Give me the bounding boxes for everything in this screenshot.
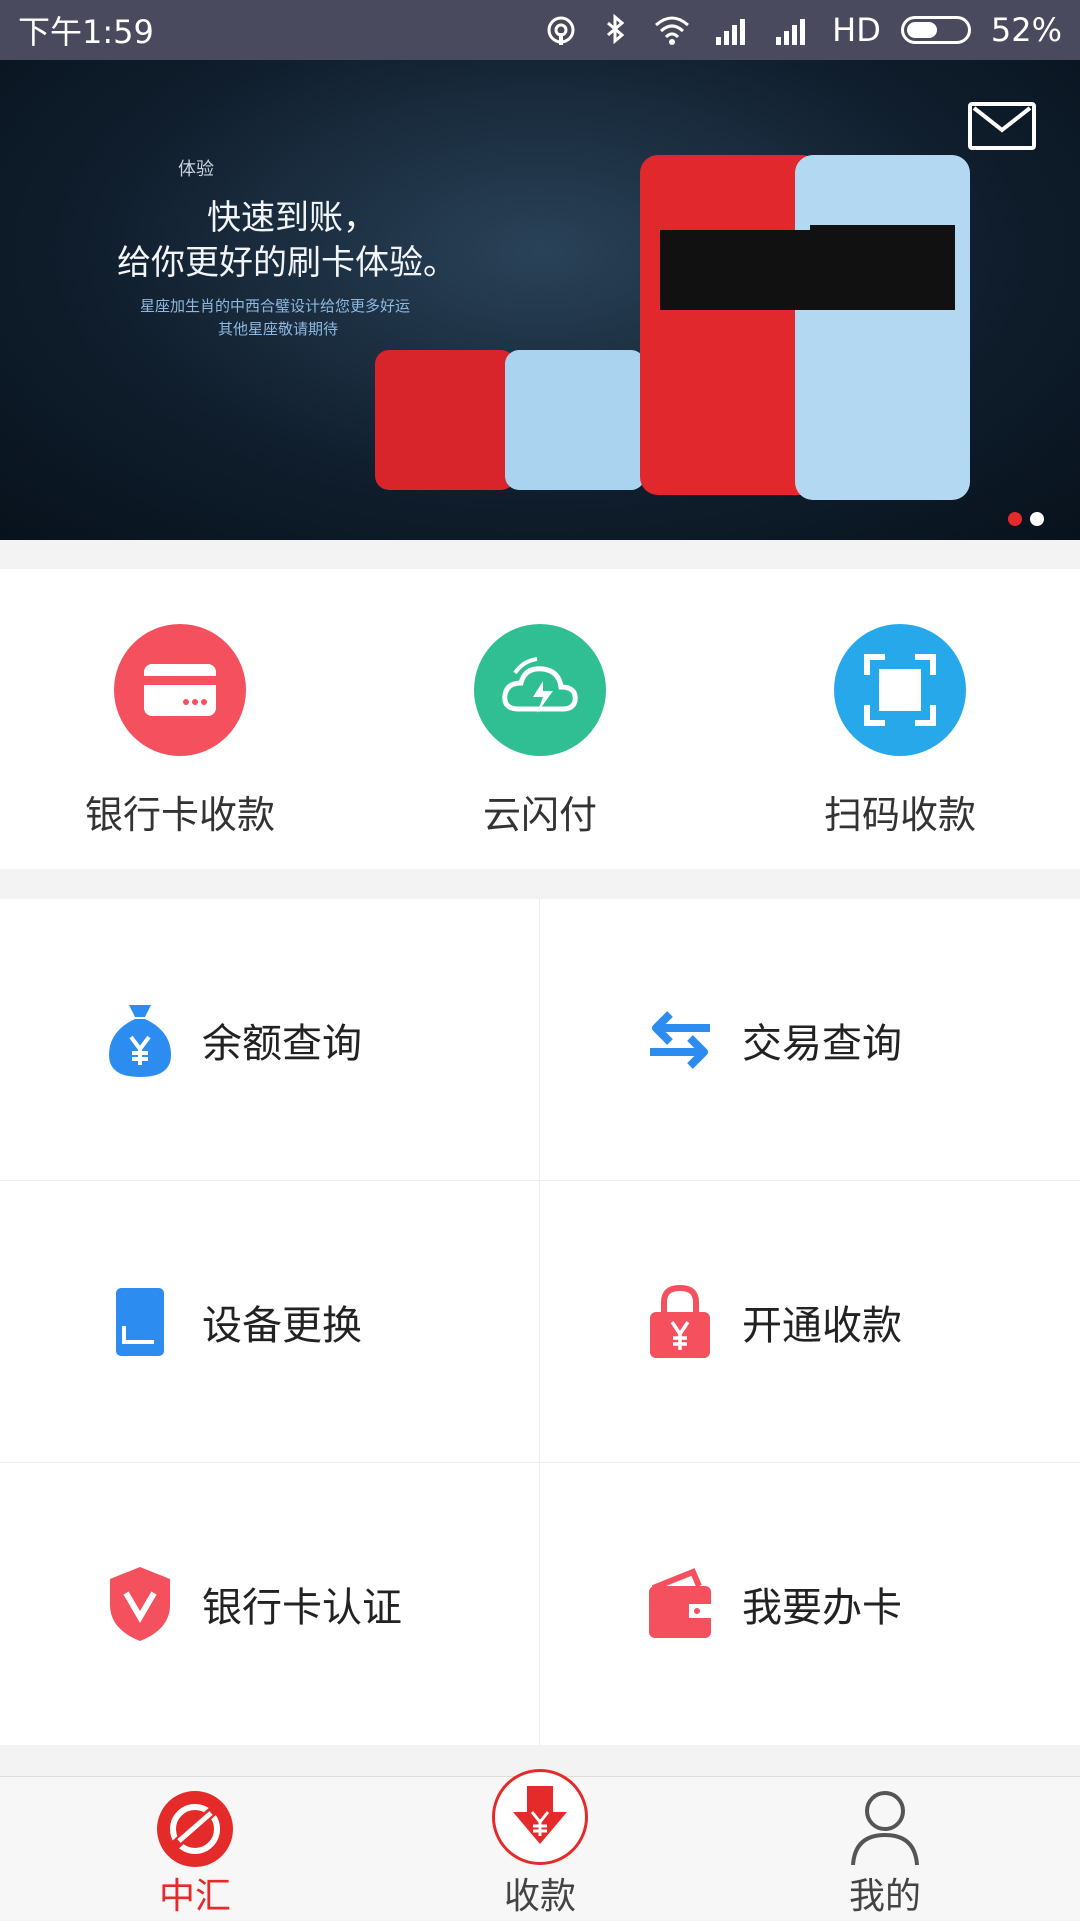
banner-tag: 体验: [178, 159, 214, 180]
device-icon: [100, 1282, 180, 1362]
scan-icon: [834, 624, 966, 756]
tab-home[interactable]: 中汇: [95, 1777, 295, 1921]
menu-label: 我要办卡: [742, 1585, 902, 1631]
pos-device-image: [375, 350, 515, 490]
menu-open-collection[interactable]: 开通收款: [540, 1181, 1080, 1463]
tab-label: 我的: [848, 1876, 921, 1917]
menu-card-verify[interactable]: 银行卡认证: [0, 1463, 540, 1745]
banner-pagination: [1008, 512, 1044, 526]
mail-icon[interactable]: [968, 102, 1036, 150]
menu-device-replace[interactable]: 设备更换: [0, 1181, 540, 1463]
menu-balance-query[interactable]: 余额查询: [0, 899, 540, 1181]
quick-action-bank-card[interactable]: 银行卡收款: [60, 624, 300, 839]
signal-icon: [776, 19, 806, 45]
pos-device-image: [640, 155, 820, 495]
bottom-tab-bar: 中汇 收款 我的: [0, 1769, 1080, 1921]
pos-device-image: [795, 155, 970, 500]
exchange-arrows-icon: [640, 1000, 720, 1080]
home-logo-icon: [155, 1789, 235, 1869]
pos-device-image: [505, 350, 645, 490]
quick-action-label: 扫码收款: [823, 793, 976, 837]
status-bar: 下午1:59 HD 52%: [0, 0, 1080, 60]
menu-grid: 余额查询 交易查询 设备更换 开通收款 银行卡认证 我要办卡: [0, 899, 1080, 1745]
collect-icon: [492, 1769, 588, 1865]
quick-action-label: 银行卡收款: [84, 793, 275, 837]
tab-collect[interactable]: 收款: [440, 1769, 640, 1921]
tab-label: 收款: [503, 1876, 576, 1917]
wallet-icon: [640, 1564, 720, 1644]
battery-icon: [900, 16, 971, 44]
quick-actions: 银行卡收款 云闪付 扫码收款: [0, 569, 1080, 869]
tab-mine[interactable]: 我的: [785, 1777, 985, 1921]
menu-transaction-query[interactable]: 交易查询: [540, 899, 1080, 1181]
banner-subtitle-line1: 星座加生肖的中西合璧设计给您更多好运: [140, 297, 411, 315]
pos-screen: [810, 225, 955, 310]
quick-action-label: 云闪付: [482, 793, 597, 837]
menu-label: 开通收款: [742, 1302, 902, 1349]
quick-action-scan[interactable]: 扫码收款: [780, 624, 1020, 839]
pagination-dot[interactable]: [1030, 512, 1044, 526]
shield-v-icon: [100, 1564, 180, 1644]
banner-title-line2: 给你更好的刷卡体验。: [117, 243, 457, 283]
menu-label: 余额查询: [202, 1020, 362, 1067]
status-time: 下午1:59: [18, 13, 154, 51]
menu-label: 银行卡认证: [202, 1585, 402, 1631]
pagination-dot-active[interactable]: [1008, 512, 1022, 526]
hotspot-icon: [547, 16, 575, 45]
lock-yen-icon: [640, 1282, 720, 1362]
user-icon: [847, 1789, 923, 1869]
card-icon: [114, 624, 246, 756]
status-icons: HD 52%: [544, 11, 1062, 49]
wifi-icon: [655, 16, 690, 45]
quick-action-cloud-pay[interactable]: 云闪付: [420, 624, 660, 839]
banner-subtitle-line2: 其他星座敬请期待: [218, 320, 339, 338]
battery-level: [906, 22, 937, 38]
tab-label: 中汇: [158, 1876, 231, 1917]
menu-label: 设备更换: [202, 1302, 362, 1349]
promo-banner[interactable]: 体验 快速到账， 给你更好的刷卡体验。 星座加生肖的中西合璧设计给您更多好运 其…: [0, 60, 1080, 540]
signal-icon: [716, 19, 746, 45]
banner-title-line1: 快速到账，: [207, 198, 377, 238]
bluetooth-icon: [607, 13, 625, 45]
pos-screen: [660, 230, 810, 310]
cloud-flash-icon: [474, 624, 606, 756]
network-type: HD: [832, 11, 881, 49]
menu-apply-card[interactable]: 我要办卡: [540, 1463, 1080, 1745]
menu-label: 交易查询: [742, 1020, 902, 1067]
money-bag-icon: [100, 1000, 180, 1080]
battery-percent: 52%: [990, 11, 1062, 49]
